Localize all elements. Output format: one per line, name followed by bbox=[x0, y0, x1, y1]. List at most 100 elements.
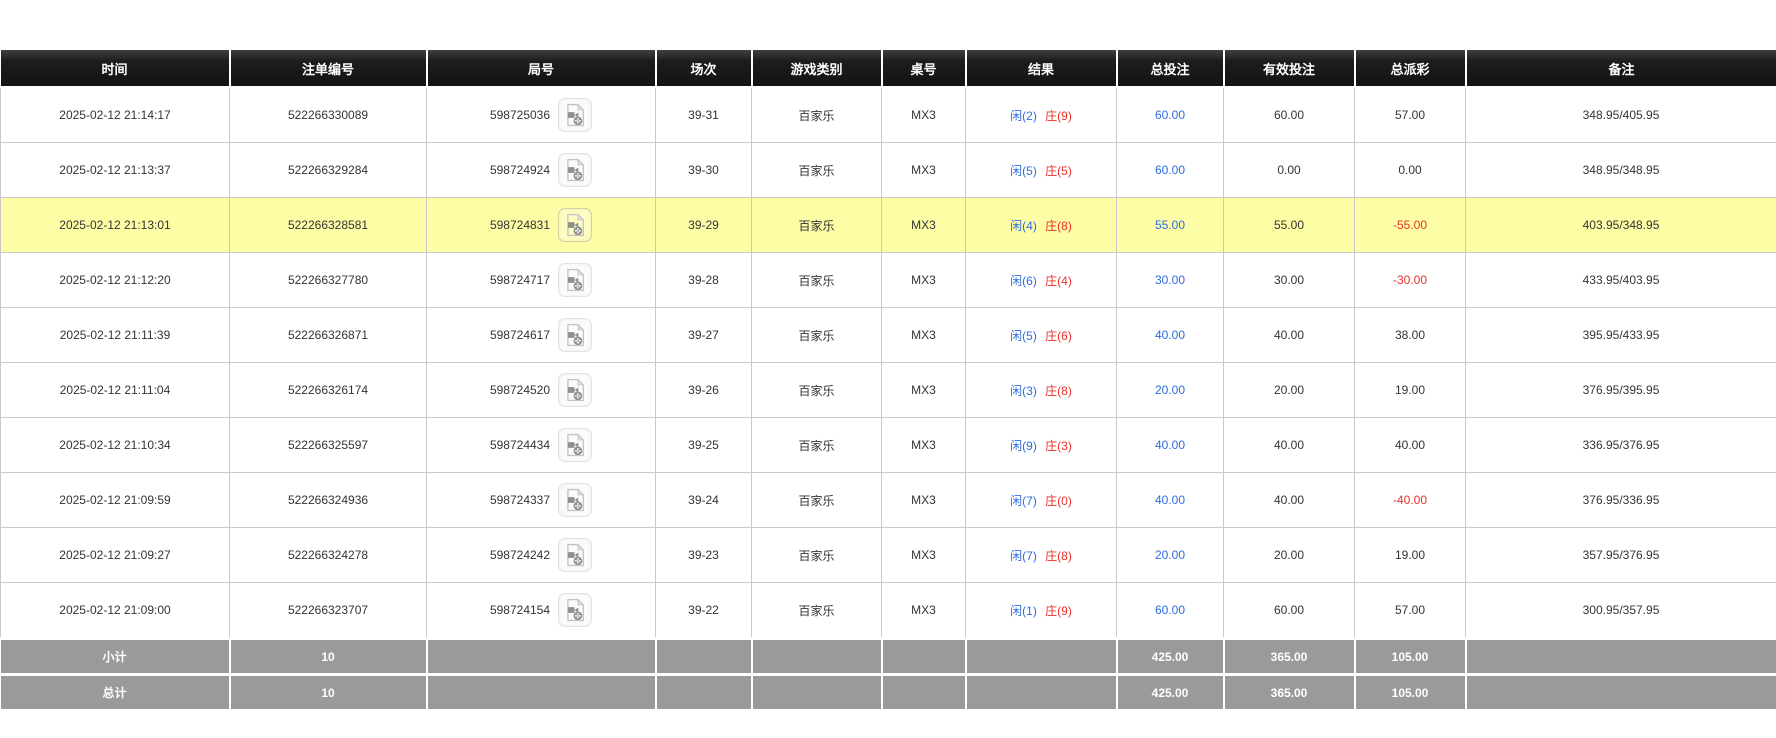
table-row[interactable]: 2025-02-12 21:13:01 522266328581 5987248… bbox=[1, 198, 1776, 253]
cell-payout: -55.00 bbox=[1355, 198, 1466, 253]
subtotal-empty-session bbox=[656, 639, 752, 675]
cell-total-bet: 55.00 bbox=[1117, 198, 1224, 253]
cell-payout: 57.00 bbox=[1355, 87, 1466, 143]
result-player: 闲(7) bbox=[1010, 494, 1037, 508]
cell-time: 2025-02-12 21:13:37 bbox=[1, 143, 230, 198]
video-file-icon bbox=[565, 213, 585, 237]
round-number-text: 598724434 bbox=[490, 438, 550, 452]
video-file-icon bbox=[565, 543, 585, 567]
video-file-icon bbox=[565, 378, 585, 402]
video-file-icon bbox=[565, 103, 585, 127]
cell-time: 2025-02-12 21:09:00 bbox=[1, 583, 230, 639]
cell-remark: 300.95/357.95 bbox=[1466, 583, 1776, 639]
cell-valid-bet: 60.00 bbox=[1224, 583, 1355, 639]
column-header-total-bet: 总投注 bbox=[1117, 50, 1224, 87]
video-replay-button[interactable] bbox=[558, 593, 592, 627]
cell-time: 2025-02-12 21:13:01 bbox=[1, 198, 230, 253]
video-replay-button[interactable] bbox=[558, 538, 592, 572]
round-number-text: 598724617 bbox=[490, 328, 550, 342]
cell-session: 39-31 bbox=[656, 87, 752, 143]
grand-total-row: 总计 10 425.00 365.00 105.00 bbox=[1, 675, 1776, 710]
column-header-payout: 总派彩 bbox=[1355, 50, 1466, 87]
video-replay-button[interactable] bbox=[558, 153, 592, 187]
cell-bet-number: 522266328581 bbox=[230, 198, 427, 253]
table-body: 2025-02-12 21:14:17 522266330089 5987250… bbox=[1, 87, 1776, 639]
cell-bet-number: 522266330089 bbox=[230, 87, 427, 143]
round-number-text: 598725036 bbox=[490, 108, 550, 122]
video-replay-button[interactable] bbox=[558, 208, 592, 242]
subtotal-label: 小计 bbox=[1, 639, 230, 675]
video-replay-button[interactable] bbox=[558, 428, 592, 462]
cell-game-type: 百家乐 bbox=[752, 308, 882, 363]
cell-bet-number: 522266327780 bbox=[230, 253, 427, 308]
result-player: 闲(7) bbox=[1010, 549, 1037, 563]
cell-game-type: 百家乐 bbox=[752, 198, 882, 253]
cell-remark: 403.95/348.95 bbox=[1466, 198, 1776, 253]
cell-session: 39-27 bbox=[656, 308, 752, 363]
cell-game-type: 百家乐 bbox=[752, 363, 882, 418]
video-file-icon bbox=[565, 433, 585, 457]
cell-game-type: 百家乐 bbox=[752, 583, 882, 639]
table-row[interactable]: 2025-02-12 21:09:59 522266324936 5987243… bbox=[1, 473, 1776, 528]
cell-time: 2025-02-12 21:11:39 bbox=[1, 308, 230, 363]
cell-game-type: 百家乐 bbox=[752, 418, 882, 473]
cell-valid-bet: 0.00 bbox=[1224, 143, 1355, 198]
cell-game-type: 百家乐 bbox=[752, 87, 882, 143]
cell-valid-bet: 40.00 bbox=[1224, 473, 1355, 528]
column-header-time: 时间 bbox=[1, 50, 230, 87]
cell-table-number: MX3 bbox=[882, 253, 966, 308]
video-replay-button[interactable] bbox=[558, 98, 592, 132]
video-file-icon bbox=[565, 323, 585, 347]
table-row[interactable]: 2025-02-12 21:12:20 522266327780 5987247… bbox=[1, 253, 1776, 308]
round-number-text: 598724520 bbox=[490, 383, 550, 397]
video-replay-button[interactable] bbox=[558, 263, 592, 297]
table-row[interactable]: 2025-02-12 21:11:39 522266326871 5987246… bbox=[1, 308, 1776, 363]
table-row[interactable]: 2025-02-12 21:09:00 522266323707 5987241… bbox=[1, 583, 1776, 639]
cell-valid-bet: 20.00 bbox=[1224, 528, 1355, 583]
table-row[interactable]: 2025-02-12 21:13:37 522266329284 5987249… bbox=[1, 143, 1776, 198]
result-banker: 庄(8) bbox=[1045, 219, 1072, 233]
cell-round-number: 598724924 bbox=[427, 143, 656, 198]
cell-session: 39-28 bbox=[656, 253, 752, 308]
cell-bet-number: 522266324278 bbox=[230, 528, 427, 583]
video-replay-button[interactable] bbox=[558, 483, 592, 517]
video-replay-button[interactable] bbox=[558, 373, 592, 407]
cell-session: 39-25 bbox=[656, 418, 752, 473]
result-banker: 庄(8) bbox=[1045, 549, 1072, 563]
cell-remark: 433.95/403.95 bbox=[1466, 253, 1776, 308]
cell-result: 闲(5) 庄(6) bbox=[966, 308, 1117, 363]
cell-total-bet: 60.00 bbox=[1117, 87, 1224, 143]
column-header-game-type: 游戏类别 bbox=[752, 50, 882, 87]
cell-remark: 395.95/433.95 bbox=[1466, 308, 1776, 363]
cell-table-number: MX3 bbox=[882, 363, 966, 418]
cell-session: 39-26 bbox=[656, 363, 752, 418]
subtotal-count: 10 bbox=[230, 639, 427, 675]
table-row[interactable]: 2025-02-12 21:14:17 522266330089 5987250… bbox=[1, 87, 1776, 143]
cell-valid-bet: 60.00 bbox=[1224, 87, 1355, 143]
cell-remark: 348.95/348.95 bbox=[1466, 143, 1776, 198]
round-number-text: 598724924 bbox=[490, 163, 550, 177]
cell-remark: 357.95/376.95 bbox=[1466, 528, 1776, 583]
cell-result: 闲(4) 庄(8) bbox=[966, 198, 1117, 253]
video-replay-button[interactable] bbox=[558, 318, 592, 352]
cell-table-number: MX3 bbox=[882, 308, 966, 363]
cell-valid-bet: 40.00 bbox=[1224, 308, 1355, 363]
cell-bet-number: 522266324936 bbox=[230, 473, 427, 528]
subtotal-row: 小计 10 425.00 365.00 105.00 bbox=[1, 639, 1776, 675]
cell-remark: 376.95/395.95 bbox=[1466, 363, 1776, 418]
subtotal-empty-table-number bbox=[882, 639, 966, 675]
table-row[interactable]: 2025-02-12 21:09:27 522266324278 5987242… bbox=[1, 528, 1776, 583]
table-header: 时间 注单编号 局号 场次 游戏类别 桌号 结果 总投注 有效投注 总派彩 备注 bbox=[1, 50, 1776, 87]
cell-remark: 376.95/336.95 bbox=[1466, 473, 1776, 528]
cell-time: 2025-02-12 21:09:59 bbox=[1, 473, 230, 528]
subtotal-empty-result bbox=[966, 639, 1117, 675]
table-row[interactable]: 2025-02-12 21:10:34 522266325597 5987244… bbox=[1, 418, 1776, 473]
cell-table-number: MX3 bbox=[882, 528, 966, 583]
subtotal-valid-bet: 365.00 bbox=[1224, 639, 1355, 675]
grand-total-valid-bet: 365.00 bbox=[1224, 675, 1355, 710]
result-banker: 庄(9) bbox=[1045, 109, 1072, 123]
subtotal-empty-remark bbox=[1466, 639, 1776, 675]
table-row[interactable]: 2025-02-12 21:11:04 522266326174 5987245… bbox=[1, 363, 1776, 418]
cell-bet-number: 522266326871 bbox=[230, 308, 427, 363]
cell-table-number: MX3 bbox=[882, 473, 966, 528]
